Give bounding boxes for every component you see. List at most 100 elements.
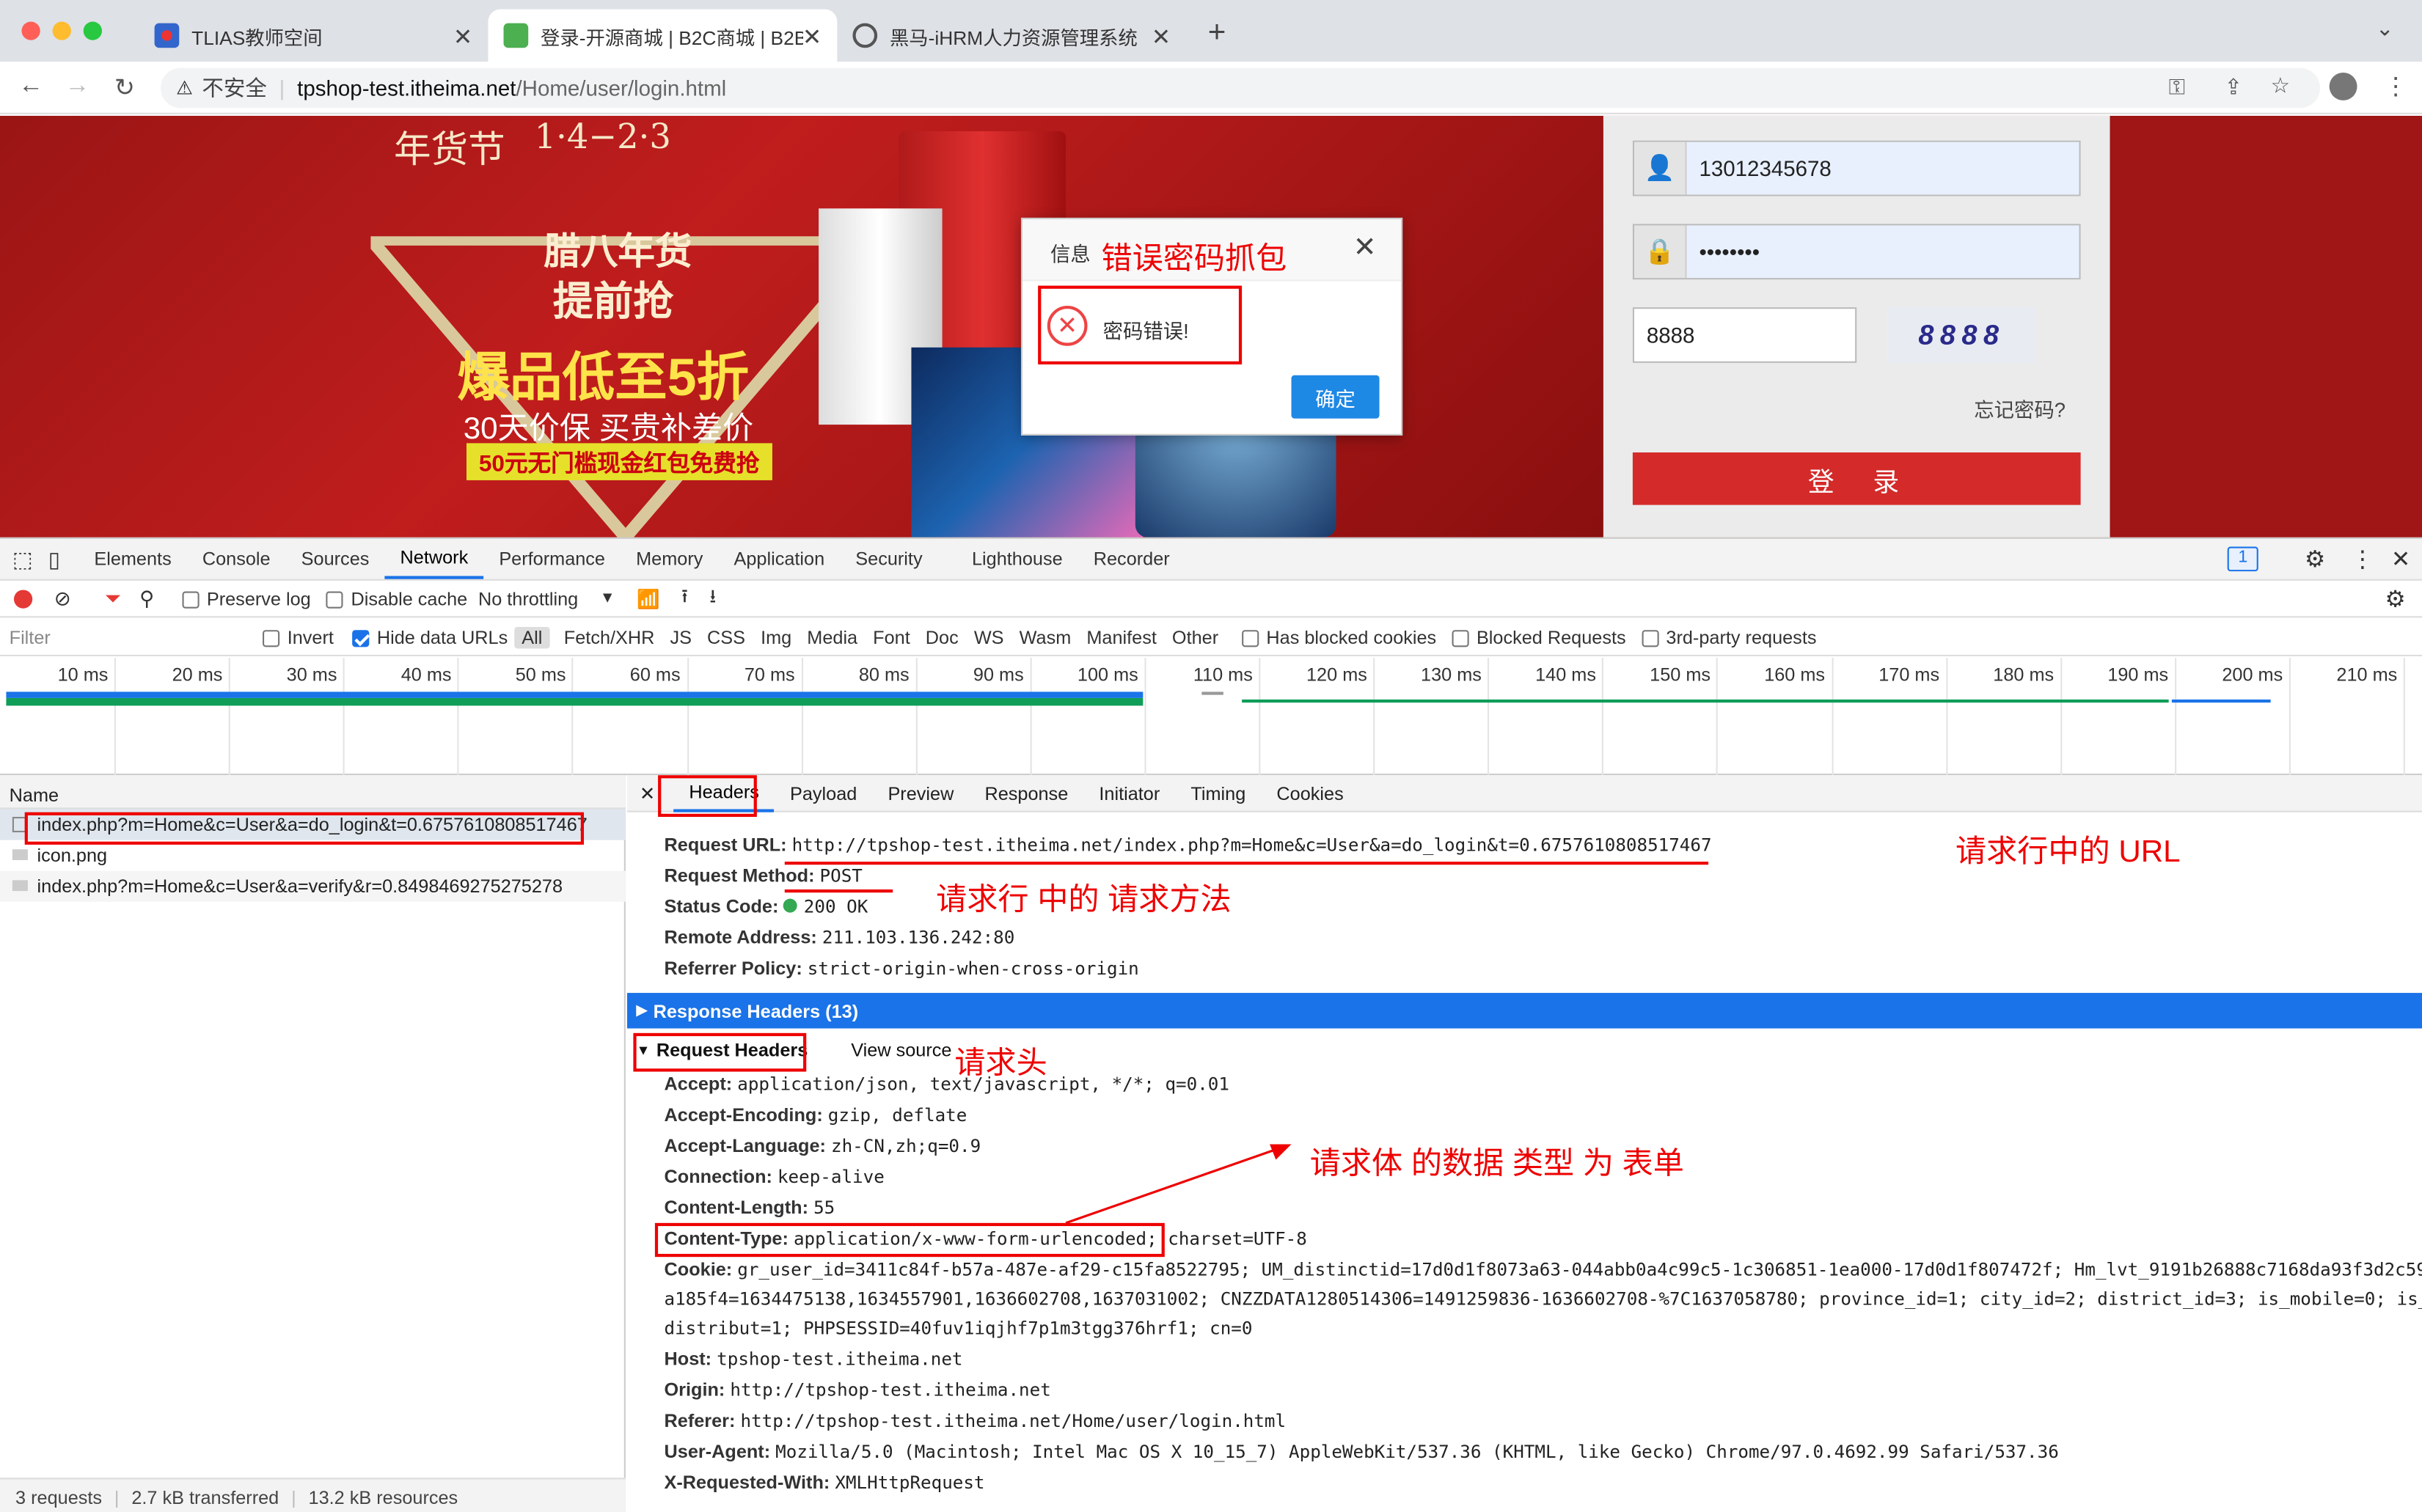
timeline-tick-label: 150 ms (1650, 664, 1711, 686)
settings-gear-icon[interactable]: ⚙ (2305, 545, 2325, 573)
maximize-window-button[interactable] (83, 21, 102, 40)
devtools-tab-sources[interactable]: Sources (286, 539, 385, 579)
header-key: Accept: (664, 1073, 733, 1096)
record-icon[interactable] (13, 589, 33, 608)
filter-type-ws[interactable]: WS (966, 626, 1011, 647)
export-har-icon[interactable]: ⭳ (709, 582, 716, 614)
devtools-tab-network[interactable]: Network (384, 539, 484, 579)
throttle-dropdown-icon[interactable]: ▼ (600, 590, 615, 606)
close-detail-icon[interactable]: ✕ (640, 782, 655, 804)
bookmark-star-icon[interactable]: ☆ (2271, 73, 2290, 99)
hide-data-urls-checkbox[interactable]: Hide data URLs (352, 626, 508, 647)
devtools-tab-application[interactable]: Application (718, 539, 840, 579)
devtools-menu-icon[interactable]: ⋮ (2351, 545, 2374, 573)
filter-input[interactable]: Filter (10, 626, 244, 647)
profile-avatar-icon[interactable] (2329, 72, 2357, 100)
response-headers-toggle[interactable]: ▶ Response Headers (13) (626, 993, 2422, 1029)
password-value: •••••••• (1686, 225, 2079, 279)
timeline-gridline (1030, 658, 1032, 776)
tab-initiator[interactable]: Initiator (1083, 775, 1175, 813)
blocked-cookies-checkbox[interactable]: Has blocked cookies (1241, 626, 1436, 647)
timeline-tick-label: 200 ms (2222, 664, 2283, 686)
devtools-tab-lighthouse[interactable]: Lighthouse (956, 539, 1078, 579)
filter-type-media[interactable]: Media (800, 626, 866, 647)
browser-tab[interactable]: 黑马-iHRM人力资源管理系统 ✕ (837, 10, 1186, 62)
devtools-tab-performance[interactable]: Performance (483, 539, 621, 579)
timeline-overview[interactable]: 10 ms 20 ms 30 ms 40 ms 50 ms 60 ms 70 ms 80 ms… (0, 658, 2422, 776)
invert-checkbox[interactable]: Invert (262, 626, 334, 647)
devtools-tab-console[interactable]: Console (187, 539, 286, 579)
dialog-close-icon[interactable]: ✕ (1353, 232, 1377, 264)
name-column-header[interactable]: Name (0, 775, 626, 810)
url-field[interactable]: ⚠ 不安全 | tpshop-test.itheima.net /Home/us… (161, 67, 2321, 109)
header-key: Request URL: (664, 834, 787, 856)
network-conditions-icon[interactable]: 📶 (637, 587, 659, 609)
close-window-button[interactable] (21, 21, 40, 40)
browser-tab-active[interactable]: 登录-开源商城 | B2C商城 | B2B2 ✕ (488, 9, 838, 62)
close-tab-icon[interactable]: ✕ (1152, 23, 1171, 51)
minimize-window-button[interactable] (52, 21, 71, 40)
timeline-gridline (1144, 658, 1146, 776)
filter-type-wasm[interactable]: Wasm (1011, 626, 1079, 647)
table-row[interactable]: index.php?m=Home&c=User&a=verify&r=0.849… (0, 870, 626, 902)
forward-icon[interactable]: → (65, 73, 89, 100)
filter-icon[interactable]: ⏷ (105, 586, 121, 611)
tab-payload[interactable]: Payload (775, 775, 872, 813)
header-key: X-Requested-With: (664, 1471, 830, 1494)
back-icon[interactable]: ← (18, 73, 43, 100)
filter-type-all[interactable]: All (513, 625, 550, 648)
share-icon[interactable]: ⇪ (2224, 74, 2242, 100)
captcha-image[interactable]: 8888 (1887, 307, 2036, 363)
request-headers-toggle[interactable]: ▼ Request Headers View source (627, 1033, 2422, 1067)
close-tab-icon[interactable]: ✕ (453, 23, 472, 51)
third-party-checkbox[interactable]: 3rd-party requests (1641, 626, 1817, 647)
browser-menu-icon[interactable]: ⋮ (2383, 71, 2408, 102)
throttling-select[interactable]: No throttling (478, 587, 578, 609)
close-tab-icon[interactable]: ✕ (802, 23, 822, 51)
blocked-requests-checkbox[interactable]: Blocked Requests (1452, 626, 1626, 647)
filter-type-doc[interactable]: Doc (918, 626, 966, 647)
inspect-element-icon[interactable]: ⬚ (12, 546, 33, 572)
devtools-tab-elements[interactable]: Elements (78, 539, 186, 579)
clear-icon[interactable]: ⊘ (54, 586, 71, 611)
preserve-log-checkbox[interactable]: Preserve log (182, 587, 311, 609)
reload-icon[interactable]: ↻ (114, 73, 135, 103)
filter-type-font[interactable]: Font (866, 626, 918, 647)
view-source-link[interactable]: View source (851, 1039, 951, 1060)
shop-favicon-icon (503, 23, 529, 48)
image-icon (12, 880, 28, 892)
issues-badge[interactable]: 1 (2227, 546, 2259, 572)
filter-type-manifest[interactable]: Manifest (1079, 626, 1165, 647)
tab-preview[interactable]: Preview (872, 775, 969, 813)
tab-response[interactable]: Response (969, 775, 1083, 813)
header-key: Content-Length: (664, 1197, 809, 1219)
filter-type-fetch[interactable]: Fetch/XHR (556, 626, 662, 647)
password-field[interactable]: 🔒 •••••••• (1632, 224, 2081, 280)
login-button[interactable]: 登 录 (1632, 452, 2081, 505)
network-settings-icon[interactable]: ⚙ (2385, 585, 2405, 613)
devtools-tab-security[interactable]: Security (840, 539, 937, 579)
filter-type-other[interactable]: Other (1164, 626, 1226, 647)
forgot-password-link[interactable]: 忘记密码? (1974, 394, 2066, 423)
disable-cache-checkbox[interactable]: Disable cache (326, 587, 467, 609)
browser-tab[interactable]: TLIAS教师空间 ✕ (139, 10, 489, 62)
dialog-ok-button[interactable]: 确定 (1291, 375, 1380, 419)
header-value: application/x-www-form-urlencoded; (793, 1227, 1157, 1249)
filter-type-css[interactable]: CSS (699, 626, 753, 647)
search-icon[interactable]: ⚲ (139, 586, 154, 611)
key-icon[interactable]: ⚿ (2169, 74, 2185, 100)
close-devtools-icon[interactable]: ✕ (2391, 545, 2410, 573)
new-tab-icon[interactable]: + (1208, 15, 1226, 51)
tab-timing[interactable]: Timing (1175, 775, 1261, 813)
filter-type-img[interactable]: Img (753, 626, 800, 647)
devtools-tab-memory[interactable]: Memory (621, 539, 718, 579)
filter-type-js[interactable]: JS (662, 626, 700, 647)
device-toolbar-icon[interactable]: ▯ (48, 546, 60, 572)
tab-search-chevron-icon[interactable]: ⌄ (2376, 15, 2394, 42)
devtools-tab-recorder[interactable]: Recorder (1078, 539, 1185, 579)
captcha-field[interactable]: 8888 (1632, 307, 1857, 363)
import-har-icon[interactable]: ⭱ (681, 582, 688, 614)
phone-field[interactable]: 👤 13012345678 (1632, 140, 2081, 197)
tab-cookies[interactable]: Cookies (1261, 775, 1358, 813)
expand-right-icon: ▶ (636, 1002, 648, 1018)
